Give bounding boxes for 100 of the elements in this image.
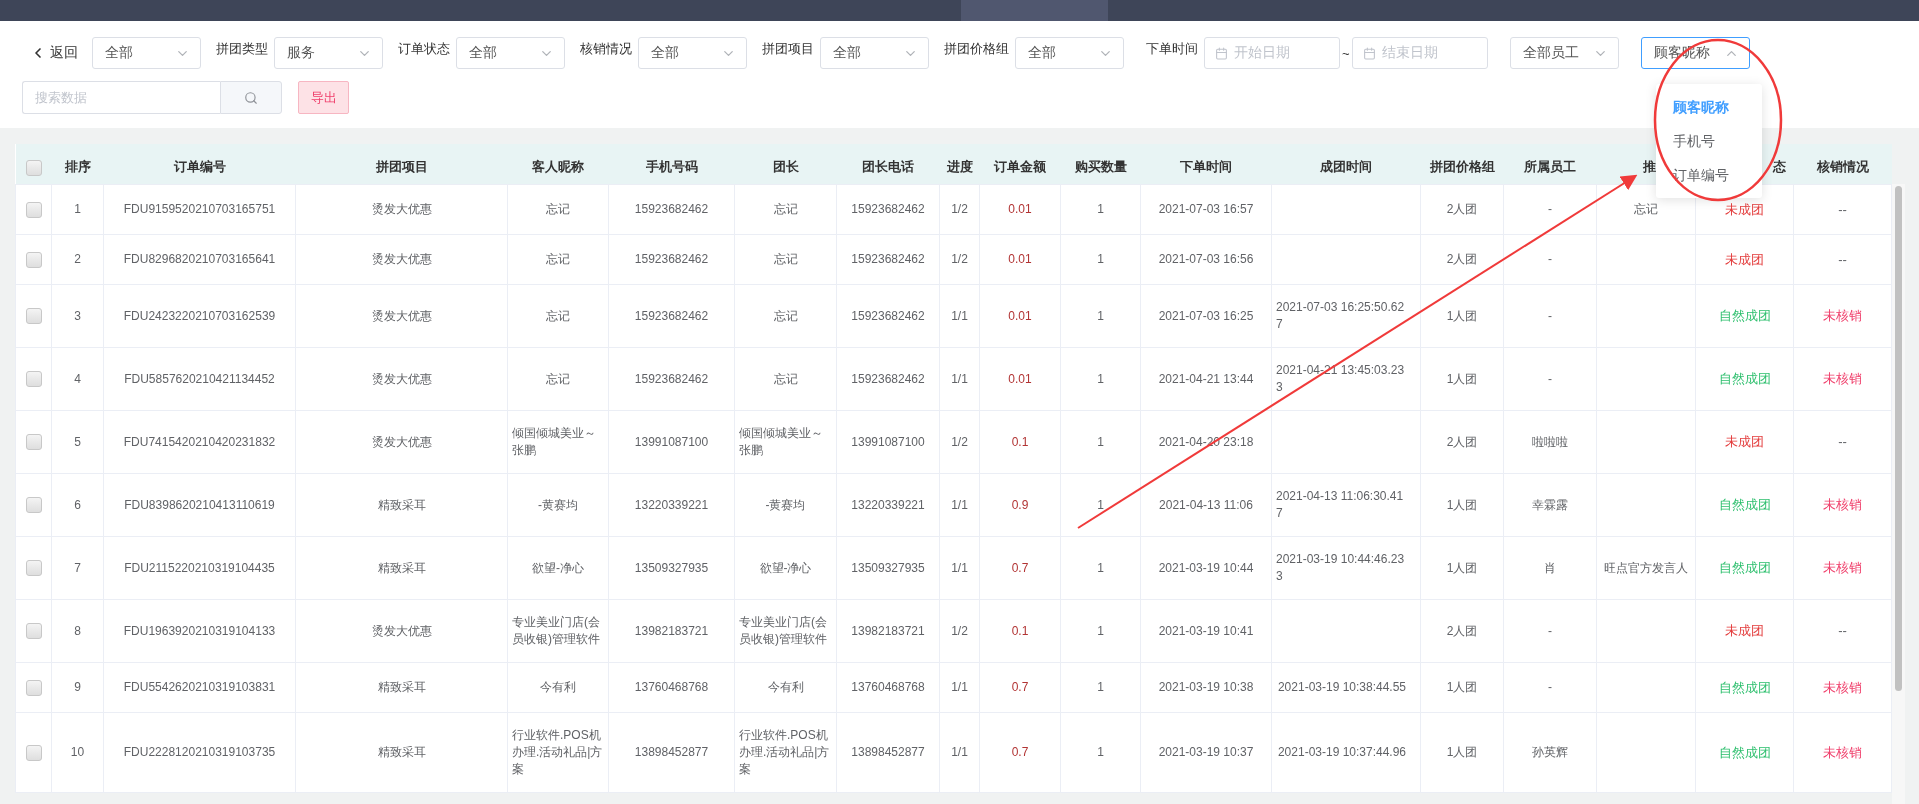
table-cell: FDU9159520210703165751 (123, 201, 276, 218)
table-cell-text: 2021-03-19 10:44:46.233 (1276, 551, 1406, 585)
select-field[interactable]: 全部 (92, 37, 201, 69)
table-cell: 烫发大优惠 (371, 433, 432, 451)
table-cell: 1 (1097, 307, 1104, 325)
table-cell: 0.1 (1011, 623, 1029, 638)
row-checkbox[interactable] (25, 560, 42, 577)
table-cell: -黄赛均 (765, 496, 806, 514)
filter-label: 订单状态 (398, 40, 450, 58)
row-checkbox[interactable] (25, 251, 42, 268)
table-cell: 1 (1097, 251, 1104, 268)
row-checkbox[interactable] (25, 308, 42, 325)
status-text: 未成团 (1725, 623, 1764, 638)
table-cell: 1人团 (1446, 496, 1478, 514)
status-text: 未成团 (1725, 434, 1764, 449)
calendar-icon (1362, 46, 1376, 60)
table-cell: 1人团 (1446, 370, 1478, 388)
select-all-checkbox[interactable] (25, 159, 42, 176)
select-field[interactable]: 全部 (820, 37, 929, 69)
select-field[interactable]: 全部 (456, 37, 565, 69)
table-cell: FDU5857620210421134452 (124, 370, 275, 388)
table-cell: 2 (74, 251, 81, 268)
menu-item[interactable]: 手机号 (1655, 124, 1762, 158)
table-cell: 15923682462 (851, 307, 925, 325)
table-cell: 4 (74, 370, 81, 388)
column-header: 购买数量 (1074, 159, 1127, 174)
table-cell: 1 (1097, 433, 1104, 451)
table-cell: 8 (74, 622, 81, 640)
range-separator: ~ (1342, 45, 1350, 61)
table-cell: 0.01 (1008, 308, 1032, 323)
table-cell: 2021-03-19 10:44 (1158, 559, 1254, 577)
status-text: 未成团 (1725, 251, 1764, 267)
table-cell: FDU8296820210703165641 (123, 251, 276, 268)
table-cell: 1 (74, 201, 81, 218)
row-checkbox[interactable] (25, 623, 42, 640)
search-field[interactable]: 搜索数据 (22, 81, 220, 114)
table-cell: 0.7 (1011, 680, 1029, 694)
table-cell: 0.9 (1011, 497, 1029, 512)
table-cell: 2人团 (1446, 201, 1478, 218)
table-cell: 2021-03-19 10:38:44.55 (1277, 679, 1407, 696)
table-cell: 2021-04-13 11:06 (1159, 496, 1253, 514)
table-cell: 1/2 (951, 201, 968, 218)
table-cell: 13898452877 (634, 744, 709, 761)
table-cell: 13982183721 (851, 622, 925, 640)
table-cell: 15923682462 (634, 307, 709, 325)
table-cell: 2人团 (1446, 622, 1478, 640)
verification-text: 未核销 (1823, 679, 1862, 695)
row-checkbox[interactable] (25, 434, 42, 451)
status-text: 自然成团 (1718, 744, 1771, 760)
column-header: 团长电话 (862, 159, 914, 174)
table-cell: - (1548, 201, 1552, 218)
table-cell: 1人团 (1446, 307, 1478, 325)
row-checkbox[interactable] (25, 497, 42, 514)
table-cell: 2021-03-19 10:37 (1158, 744, 1254, 761)
table-cell: 13991087100 (851, 433, 925, 451)
select-field[interactable]: 全部 (1015, 37, 1124, 69)
verification-text: 未核销 (1823, 371, 1862, 386)
table-cell: - (1548, 622, 1552, 640)
table-cell: 烫发大优惠 (371, 201, 432, 218)
search-icon (244, 90, 258, 105)
table-cell: 13220339221 (851, 496, 925, 514)
table-cell: 2人团 (1446, 433, 1478, 451)
table-cell: 忘记 (546, 201, 570, 218)
filter-label: 拼团类型 (216, 40, 268, 58)
row-checkbox[interactable] (25, 679, 42, 696)
column-header: 手机号码 (645, 159, 698, 174)
scrollbar[interactable] (1892, 184, 1905, 804)
select-field[interactable]: 全部员工 (1509, 37, 1619, 69)
table-cell-text: 2021-07-03 16:25:50.627 (1276, 299, 1406, 333)
table-cell: FDU2115220210319104435 (124, 559, 275, 577)
table-cell: 2021-03-19 10:38 (1158, 679, 1254, 696)
table-cell: 1人团 (1446, 559, 1478, 577)
table-cell: 15923682462 (634, 251, 709, 268)
table-cell: - (1548, 679, 1552, 696)
row-checkbox[interactable] (25, 744, 42, 761)
table-cell: 烫发大优惠 (371, 370, 432, 388)
table-cell: 烫发大优惠 (371, 307, 432, 325)
table-cell-text: 行业软件.POS机办理.活动礼品|方案 (739, 727, 831, 778)
select-field[interactable]: 服务 (274, 37, 383, 69)
table-cell: 1/2 (951, 433, 968, 451)
table-cell: 今有利 (540, 679, 576, 696)
table-cell: 肖 (1544, 559, 1556, 577)
back-link[interactable]: 返回 (30, 44, 78, 62)
row-checkbox[interactable] (25, 371, 42, 388)
table-cell: 忘记 (546, 307, 570, 325)
table-cell: 精致采耳 (377, 744, 426, 761)
table-cell: 0.7 (1011, 745, 1029, 759)
search-button[interactable] (220, 81, 282, 114)
row-checkbox[interactable] (25, 201, 42, 218)
table-cell: 精致采耳 (377, 496, 426, 514)
table-cell: 忘记 (773, 370, 798, 388)
table-cell: 1 (1097, 559, 1104, 577)
table-cell: 15923682462 (634, 370, 709, 388)
table-cell-text: 倾国倾城美业～张鹏 (739, 425, 824, 459)
table-cell: 忘记 (546, 370, 570, 388)
select-field[interactable]: 全部 (638, 37, 747, 69)
table-cell: 9 (74, 679, 81, 696)
verification-text: 未核销 (1823, 308, 1862, 323)
table-cell: 7 (74, 559, 81, 577)
verification-text: 未核销 (1823, 560, 1862, 575)
